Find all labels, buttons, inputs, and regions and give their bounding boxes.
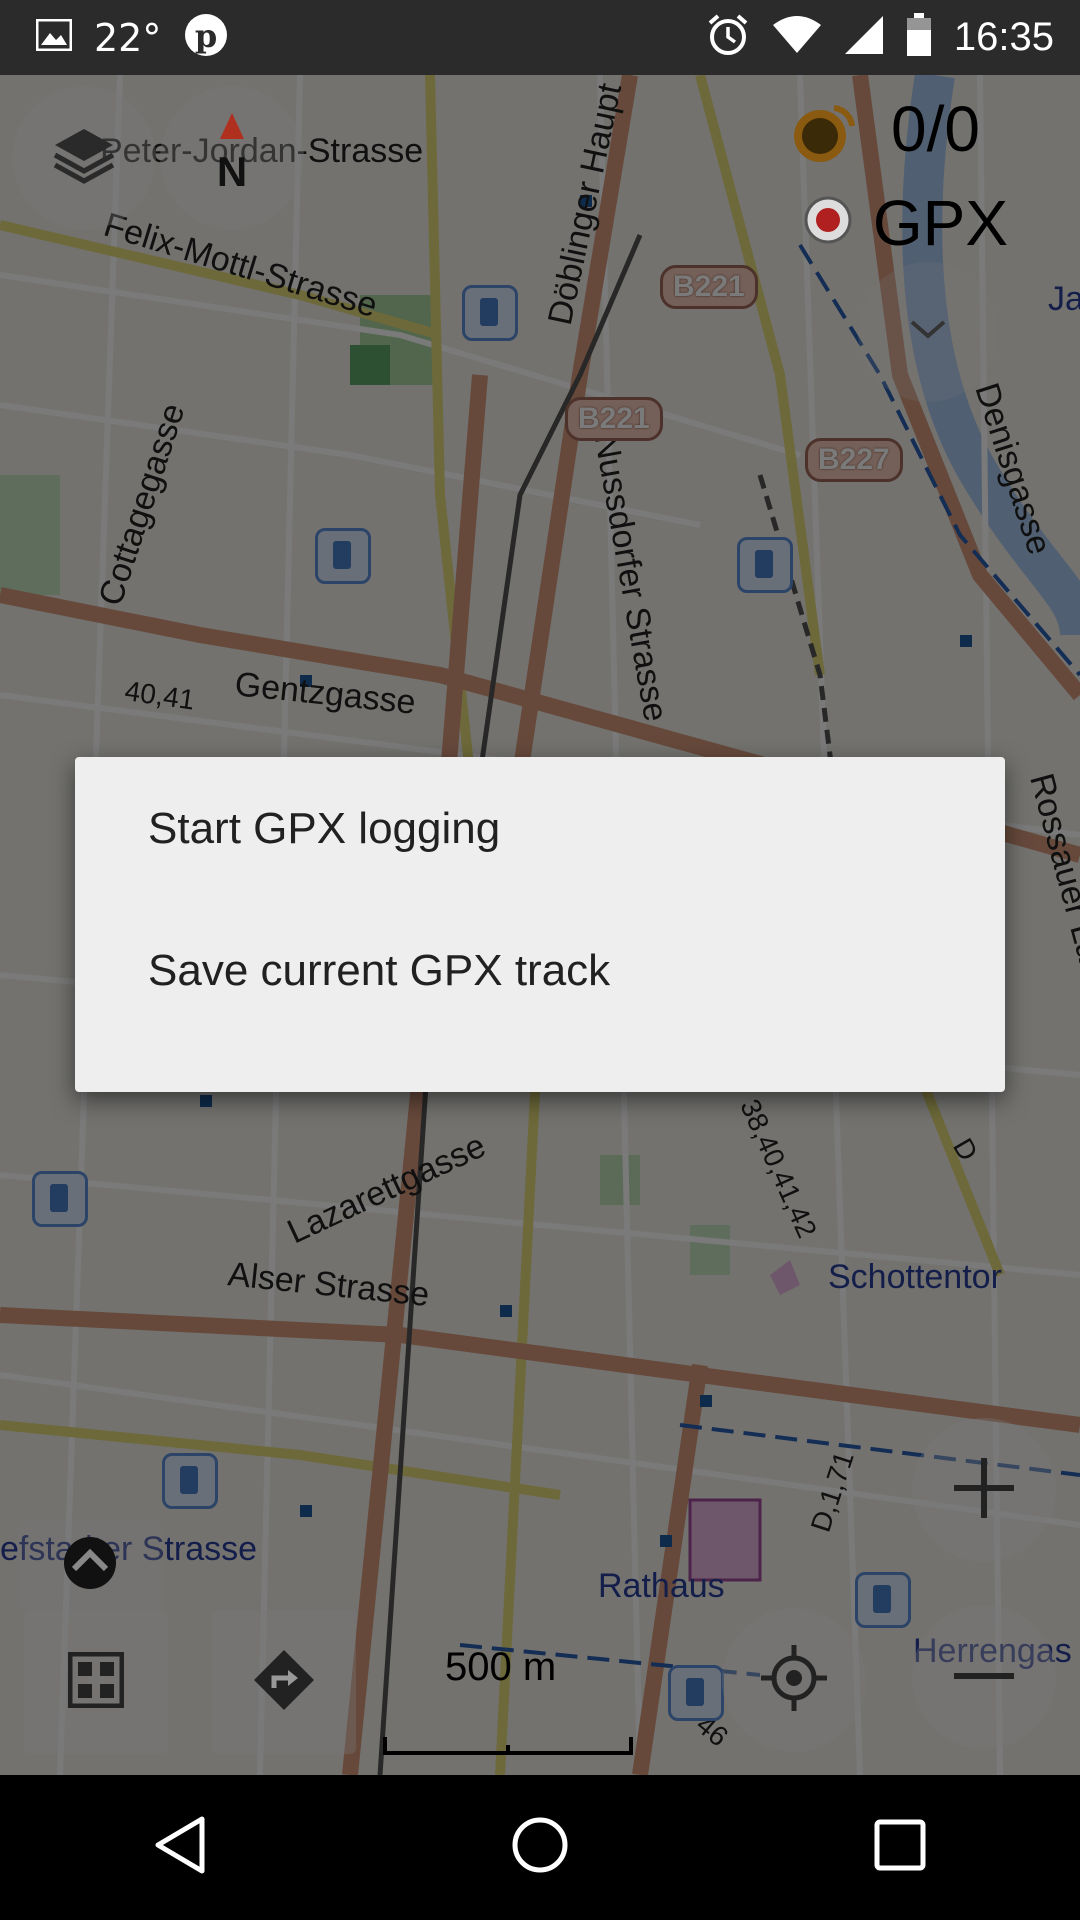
status-bar: 22° p 16:35 [0,0,1080,75]
fuel-station-icon [668,1665,724,1721]
route-icon [60,1533,120,1598]
image-icon [35,18,73,56]
home-icon [510,1815,570,1880]
plus-icon [949,1453,1019,1528]
start-gpx-logging-item[interactable]: Start GPX logging [75,757,1005,901]
wifi-icon [772,15,822,60]
temperature-text: 22° [94,15,162,60]
home-button[interactable] [480,1788,600,1908]
record-icon [803,195,853,250]
scale-label: 500 m [445,1645,557,1689]
street-label: Rathaus [598,1567,725,1605]
road-badge: B221 [565,397,663,441]
compass-letter: N [217,148,247,195]
route-info-button[interactable] [18,1520,162,1610]
zoom-in-button[interactable] [912,1418,1056,1562]
fuel-station-icon [162,1453,218,1509]
layers-button[interactable] [12,86,156,230]
road-badge: B227 [805,438,903,482]
pinterest-icon: p [183,12,229,63]
gpx-options-dialog: Start GPX logging Save current GPX track [75,757,1005,1092]
svg-text:p: p [195,17,217,55]
street-label: Jage [1048,280,1080,318]
collapse-button[interactable] [858,262,998,402]
fuel-station-icon [462,285,518,341]
fuel-station-icon [32,1171,88,1227]
clock-text: 16:35 [953,15,1054,59]
directions-button[interactable] [212,1610,356,1754]
compass-button[interactable]: N [160,86,304,230]
save-gpx-track-item[interactable]: Save current GPX track [75,899,1005,1043]
back-icon [152,1815,208,1880]
street-label: Schottentor [828,1258,1002,1296]
fuel-station-icon [855,1572,911,1628]
fuel-station-icon [315,528,371,584]
menu-grid-button[interactable] [24,1610,168,1754]
grid-icon [67,1651,125,1713]
layers-icon [49,121,119,196]
crosshair-icon [759,1643,829,1718]
chevron-down-icon [908,318,948,347]
satellite-counter: 0/0 [891,93,980,165]
compass-icon: N [197,111,267,206]
my-location-button[interactable] [722,1608,866,1752]
navigation-bar [0,1775,1080,1920]
zoom-out-button[interactable] [912,1605,1056,1749]
fuel-station-icon [737,537,793,593]
road-badge: B221 [660,265,758,309]
back-button[interactable] [120,1788,240,1908]
directions-icon [252,1648,316,1717]
recents-icon [874,1819,926,1876]
scale-bar [383,1735,633,1760]
recents-button[interactable] [840,1788,960,1908]
satellite-icon [790,98,860,173]
minus-icon [949,1668,1019,1686]
signal-icon [844,15,884,60]
battery-icon [906,13,932,62]
alarm-icon [706,13,750,62]
gpx-label[interactable]: GPX [873,186,1008,260]
